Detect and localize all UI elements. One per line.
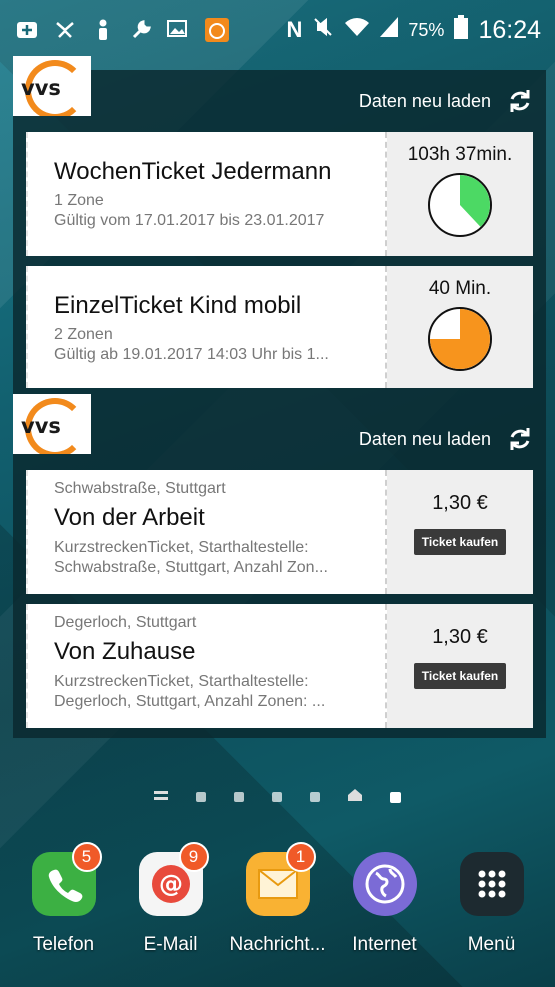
- vvs-logo[interactable]: vvs: [13, 56, 91, 116]
- app-label: Nachricht...: [229, 934, 326, 955]
- apps-grid-icon[interactable]: [459, 852, 524, 916]
- wifi-icon: [344, 16, 370, 44]
- refresh-icon: [510, 428, 530, 450]
- app-label: E-Mail: [143, 934, 198, 955]
- clock: 16:24: [478, 15, 541, 44]
- wrench-icon: [128, 17, 154, 43]
- buy-ticket-button[interactable]: Ticket kaufen: [413, 529, 507, 555]
- status-bar: N 75% 16:24: [0, 0, 555, 60]
- page-dot[interactable]: [196, 792, 206, 802]
- signal-icon: [380, 17, 399, 43]
- svg-text:@: @: [159, 870, 183, 898]
- ticket-zones: 2 Zonen: [54, 326, 113, 343]
- page-dot[interactable]: [272, 792, 282, 802]
- app-internet[interactable]: Internet: [335, 842, 435, 972]
- notification-badge: 9: [178, 842, 209, 872]
- vvs-tickets-widget: vvs Daten neu laden WochenTicket Jederma…: [13, 56, 546, 408]
- nfc-icon: N: [286, 17, 303, 42]
- ticket-price: 1,30 €: [432, 626, 488, 648]
- home-page-indicator[interactable]: [0, 788, 555, 806]
- app-email[interactable]: @ 9 E-Mail: [121, 842, 221, 972]
- briefing-page-indicator[interactable]: [154, 788, 168, 806]
- favorite-description: KurzstreckenTicket, Starthaltestelle: Sc…: [54, 539, 328, 576]
- refresh-icon: [510, 90, 530, 112]
- fitness-icon: [52, 17, 78, 43]
- app-menu[interactable]: Menü: [442, 842, 542, 972]
- ticket-card[interactable]: EinzelTicket Kind mobil 2 Zonen Gültig a…: [26, 266, 533, 388]
- page-dot[interactable]: [310, 792, 320, 802]
- remaining-time-dial: [428, 307, 492, 371]
- image-message-icon: [166, 17, 192, 43]
- page-dot[interactable]: [234, 792, 244, 802]
- app-label: Internet: [352, 934, 417, 955]
- reload-label: Daten neu laden: [358, 90, 491, 111]
- favorite-title: Von der Arbeit: [54, 504, 205, 531]
- favorite-card[interactable]: Schwabstraße, Stuttgart Von der Arbeit K…: [26, 470, 533, 594]
- favorite-location: Degerloch, Stuttgart: [54, 614, 197, 631]
- app-label: Menü: [467, 934, 516, 955]
- person-icon: [90, 17, 116, 43]
- battery-percentage: 75%: [408, 19, 445, 40]
- remaining-time-dial: [428, 173, 492, 237]
- vvs-logo[interactable]: vvs: [13, 394, 91, 454]
- ticket-card[interactable]: WochenTicket Jedermann 1 Zone Gültig vom…: [26, 132, 533, 256]
- favorite-title: Von Zuhause: [54, 638, 196, 665]
- app-dock: 5 Telefon @ 9 E-Mail 1 Nachricht... Inte…: [0, 842, 555, 972]
- ticket-title: WochenTicket Jedermann: [54, 158, 332, 185]
- ticket-price: 1,30 €: [432, 492, 488, 514]
- ticket-title: EinzelTicket Kind mobil: [54, 292, 302, 319]
- favorite-location: Schwabstraße, Stuttgart: [54, 480, 226, 497]
- notification-badge: 5: [71, 842, 102, 872]
- ticket-remaining-time: 103h 37min.: [407, 144, 513, 165]
- ticket-remaining-time: 40 Min.: [428, 278, 492, 299]
- buy-ticket-button[interactable]: Ticket kaufen: [413, 663, 507, 689]
- ticket-zones: 1 Zone: [54, 192, 104, 209]
- widget-header: vvs Daten neu laden: [13, 56, 533, 132]
- add-box-icon: [14, 17, 40, 43]
- mute-icon: [312, 16, 334, 44]
- reload-data-button[interactable]: Daten neu laden: [359, 426, 533, 452]
- notification-badge: 1: [285, 842, 316, 872]
- reload-data-button[interactable]: Daten neu laden: [359, 88, 533, 114]
- battery-icon: [454, 15, 469, 45]
- globe-icon[interactable]: [352, 852, 417, 916]
- app-label: Telefon: [32, 934, 95, 955]
- app-nachrichten[interactable]: 1 Nachricht...: [228, 842, 328, 972]
- vvs-favorites-widget: vvs Daten neu laden Schwabstraße, Stuttg…: [13, 394, 546, 738]
- reload-label: Daten neu laden: [358, 428, 491, 449]
- widget-header: vvs Daten neu laden: [13, 394, 533, 470]
- page-dot-active[interactable]: [390, 791, 401, 803]
- favorite-card[interactable]: Degerloch, Stuttgart Von Zuhause Kurzstr…: [26, 604, 533, 728]
- app-telefon[interactable]: 5 Telefon: [14, 842, 114, 972]
- favorite-description: KurzstreckenTicket, Starthaltestelle: De…: [54, 673, 326, 710]
- ticket-validity: Gültig ab 19.01.2017 14:03 Uhr bis 1...: [54, 346, 329, 363]
- vvs-icon: [204, 17, 230, 43]
- ticket-validity: Gültig vom 17.01.2017 bis 23.01.2017: [54, 212, 325, 229]
- home-page-dot[interactable]: [348, 788, 362, 806]
